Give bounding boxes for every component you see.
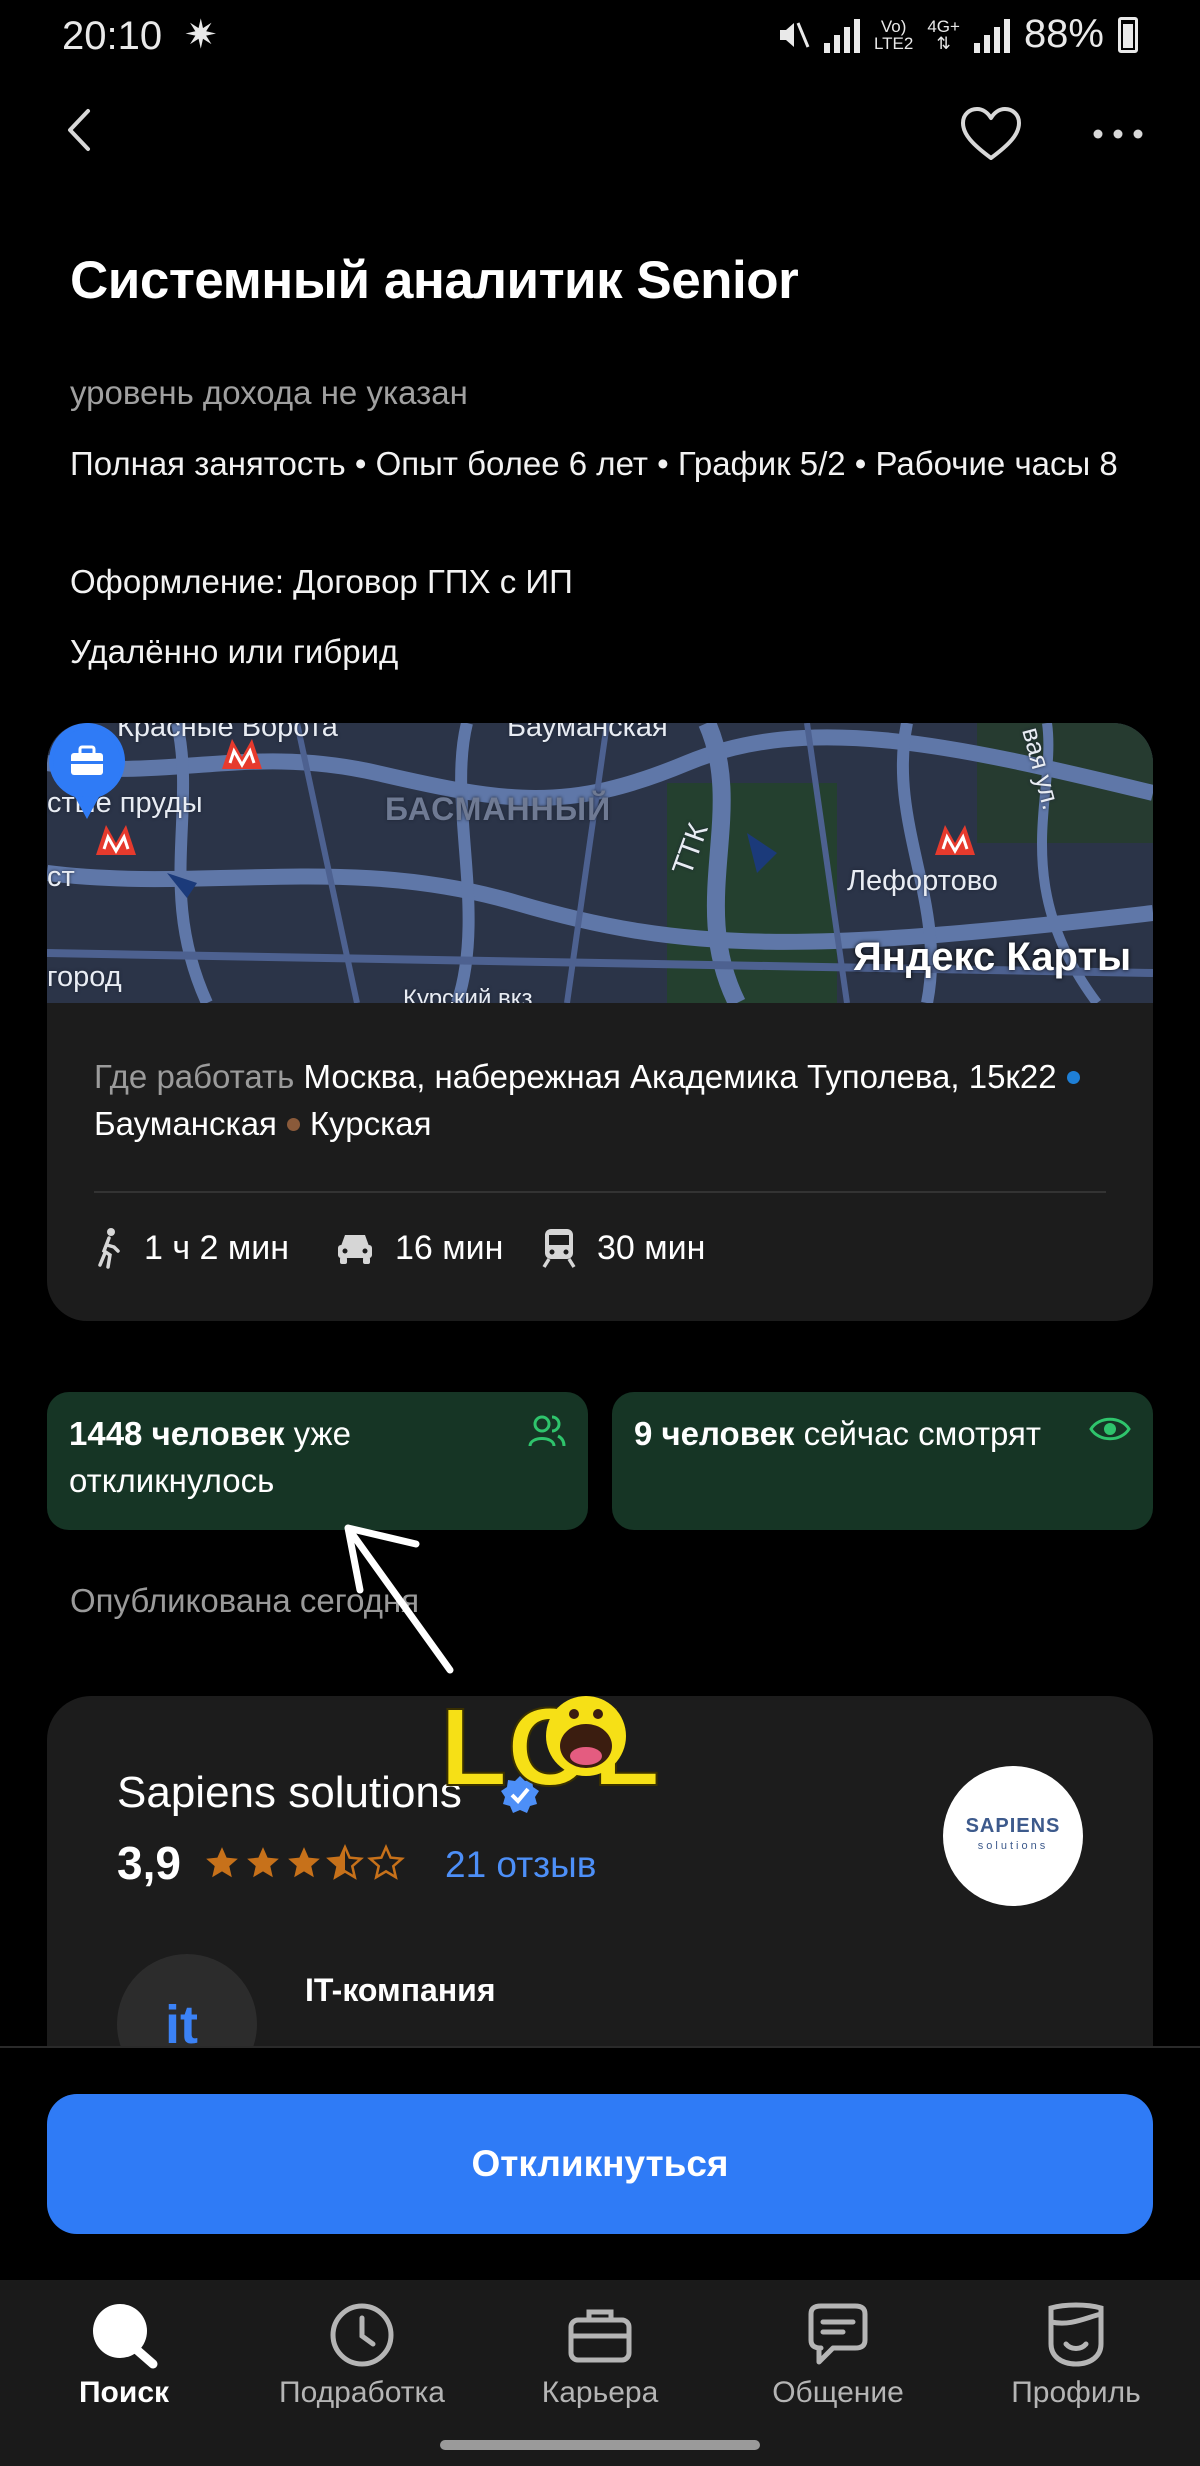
bottom-navigation: Поиск Подработка Карьера Общение Профиль <box>0 2280 1200 2466</box>
responses-count: 1448 человек <box>69 1415 285 1452</box>
employment-details: Полная занятость • Опыт более 6 лет • Гр… <box>70 445 1118 482</box>
volte-label: Vo) LTE2 <box>873 16 914 53</box>
map-label-gorod: город <box>47 961 122 993</box>
clock-icon <box>330 2303 394 2367</box>
map-label-basmanny: БАСМАННЫЙ <box>385 791 612 827</box>
job-title: Системный аналитик Senior <box>70 251 799 310</box>
status-bar: 20:10 ✷ Vo) LTE2 4G+ ⇅ 88% <box>0 0 1200 72</box>
rating-stars <box>203 1844 405 1882</box>
work-address-label: Где работать <box>94 1058 295 1095</box>
map-preview[interactable]: Красные Ворота Бауманская стые пруды БАС… <box>47 723 1153 1003</box>
divider <box>94 1191 1106 1193</box>
nav-label-side-job: Подработка <box>279 2376 445 2409</box>
contract-type: Оформление: Договор ГПХ с ИП <box>70 563 573 600</box>
nav-item-search[interactable]: Поиск <box>4 2300 244 2450</box>
company-name[interactable]: Sapiens solutions <box>117 1768 462 1818</box>
job-vacancy-screen: { "status_bar": { "time": "20:10", "lte_… <box>0 0 1200 2466</box>
location-card: Красные Ворота Бауманская стые пруды БАС… <box>47 723 1153 1321</box>
action-panel: Откликнуться <box>0 2046 1200 2280</box>
route-car-time: 16 мин <box>395 1228 504 1267</box>
star-icon <box>288 1847 320 1878</box>
company-rating: 3,9 <box>117 1837 181 1889</box>
hand-drawn-arrow <box>344 1524 454 1674</box>
metro-station-baumanskaya: Бауманская <box>94 1105 277 1142</box>
nav-item-chat[interactable]: Общение <box>718 2300 958 2450</box>
workplace-pin-icon <box>49 723 125 819</box>
star-icon <box>206 1847 238 1878</box>
nav-item-career[interactable]: Карьера <box>480 2300 720 2450</box>
home-indicator <box>440 2440 760 2450</box>
star-empty-icon <box>367 1844 405 1880</box>
more-options-icon[interactable] <box>1090 108 1146 158</box>
metro-icon <box>96 825 136 855</box>
route-walk: 1 ч 2 мин <box>94 1223 289 1273</box>
profile-icon <box>1048 2302 1104 2367</box>
yandex-maps-logo: Яндекс Карты <box>853 935 1132 979</box>
favorite-heart-icon[interactable] <box>958 104 1024 164</box>
people-icon <box>528 1415 566 1447</box>
viewers-text: сейчас смотрят <box>803 1415 1042 1452</box>
metro-icon <box>935 825 975 855</box>
signal-icon <box>823 17 860 53</box>
nav-label-search: Поиск <box>78 2376 170 2409</box>
nav-label-chat: Общение <box>772 2376 904 2409</box>
car-icon <box>338 1235 372 1264</box>
back-arrow-icon[interactable] <box>56 105 106 155</box>
brightness-icon: ✷ <box>184 13 218 57</box>
signal-icon-2 <box>973 17 1010 53</box>
metro-line-dot <box>1066 1071 1080 1085</box>
nav-item-profile[interactable]: Профиль <box>956 2300 1196 2450</box>
responses-count-badge: 1448 человек уже откликнулось <box>47 1392 588 1530</box>
salary-info: уровень дохода не указан <box>70 374 468 411</box>
route-transit: 30 мин <box>541 1223 705 1273</box>
battery-percent: 88% <box>1023 12 1104 56</box>
map-label-baumanskaya: Бауманская <box>507 723 668 743</box>
work-address-value: Москва, набережная Академика Туполева, 1… <box>303 1058 1057 1095</box>
route-walk-time: 1 ч 2 мин <box>144 1228 290 1267</box>
viewers-count-badge: 9 человек сейчас смотрят <box>612 1392 1153 1530</box>
mute-icon <box>779 21 810 48</box>
chat-icon <box>808 2303 868 2365</box>
route-car: 16 мин <box>335 1223 503 1273</box>
walking-icon <box>98 1228 120 1269</box>
train-icon <box>542 1229 576 1268</box>
company-logo[interactable]: SAPIENS solutions <box>943 1766 1083 1906</box>
company-reviews-link[interactable]: 21 отзыв <box>445 1844 596 1886</box>
nav-label-career: Карьера <box>541 2376 659 2409</box>
metro-icon <box>222 739 262 769</box>
metro-line-dot <box>286 1118 300 1132</box>
work-address: Где работать Москва, набережная Академик… <box>94 1053 1104 1147</box>
apply-button[interactable]: Откликнуться <box>47 2094 1153 2234</box>
nav-item-side-job[interactable]: Подработка <box>242 2300 482 2450</box>
network-label: 4G+ ⇅ <box>927 16 960 53</box>
nav-label-profile: Профиль <box>1011 2376 1141 2409</box>
work-format: Удалённо или гибрид <box>70 633 399 670</box>
map-label-kursky: Курский вкз <box>403 985 533 1003</box>
map-label-st: ст <box>47 861 75 893</box>
map-label-lefortovo: Лефортово <box>847 865 998 897</box>
search-icon <box>93 2304 158 2369</box>
eye-icon <box>1089 1417 1131 1441</box>
viewers-count: 9 человек <box>634 1415 795 1452</box>
briefcase-icon <box>568 2309 632 2363</box>
route-transit-time: 30 мин <box>597 1228 706 1267</box>
company-category: IT-компания <box>305 1972 496 2008</box>
star-icon <box>247 1847 279 1878</box>
battery-icon <box>1118 16 1138 53</box>
status-time: 20:10 <box>62 14 163 58</box>
star-half-icon <box>326 1844 364 1880</box>
lol-sticker: LOL <box>440 1685 661 1800</box>
metro-station-kurskaya: Курская <box>309 1105 432 1142</box>
